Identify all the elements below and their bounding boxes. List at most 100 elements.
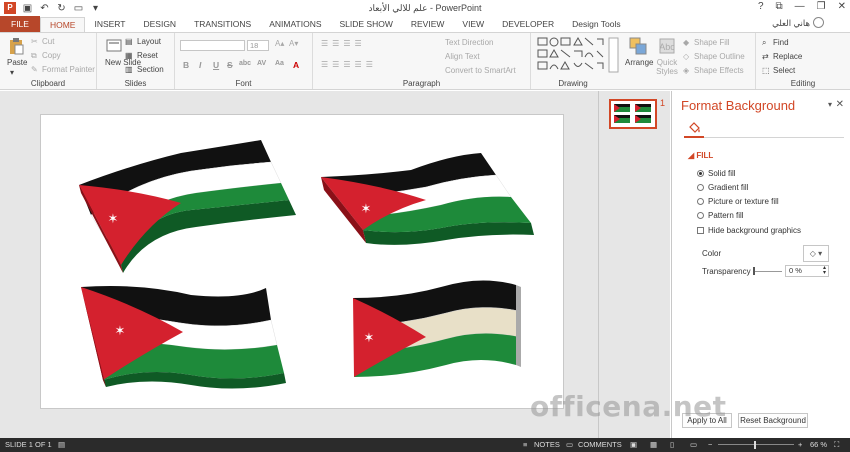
tab-slide-show[interactable]: SLIDE SHOW	[331, 17, 402, 32]
zoom-level[interactable]: 66 %	[810, 440, 827, 449]
notes-icon[interactable]: ≡	[523, 440, 527, 449]
arrange-button[interactable]: Arrange	[625, 58, 653, 67]
arrange-icon[interactable]	[629, 37, 647, 55]
find-button[interactable]: Find	[773, 38, 789, 47]
font-name-field[interactable]	[180, 40, 245, 51]
fill-bucket-icon[interactable]	[688, 121, 701, 134]
shape-effects-button[interactable]: Shape Effects	[694, 66, 744, 75]
shape-effects-icon[interactable]: ◈	[683, 66, 689, 75]
slideshow-view-icon[interactable]: ▭	[690, 440, 697, 449]
copy-button[interactable]: Copy	[42, 51, 61, 60]
color-picker-button[interactable]: ◇ ▾	[803, 245, 829, 262]
zoom-out-icon[interactable]: −	[708, 440, 712, 449]
start-slideshow-icon[interactable]: ▭	[73, 3, 84, 14]
ribbon-display-icon[interactable]: ⧉	[776, 1, 783, 12]
underline-button[interactable]: U	[213, 60, 219, 70]
pattern-fill-radio[interactable]	[697, 212, 704, 219]
shrink-font-icon[interactable]: A▾	[289, 39, 298, 48]
align-text-button[interactable]: Align Text	[445, 52, 480, 61]
paste-dropdown-icon[interactable]: ▾	[10, 68, 14, 77]
hide-background-checkbox[interactable]	[697, 227, 704, 234]
tab-design-tools[interactable]: Design Tools	[563, 17, 630, 32]
transparency-input[interactable]: 0 % ▴ ▾	[785, 265, 829, 277]
undo-icon[interactable]: ↶	[39, 3, 50, 14]
select-icon[interactable]: ⬚	[762, 66, 770, 75]
tab-view[interactable]: VIEW	[453, 17, 493, 32]
layout-icon[interactable]: ▤	[125, 37, 133, 46]
normal-view-icon[interactable]: ▣	[630, 440, 637, 449]
minimize-icon[interactable]: —	[795, 1, 805, 12]
flags-graphic[interactable]: ✶ ✶ ✶ ✶	[41, 115, 565, 410]
fill-section-header[interactable]: ◢ FILL	[688, 151, 713, 160]
reset-icon[interactable]: ▦	[125, 51, 133, 60]
save-icon[interactable]: ▣	[22, 3, 33, 14]
comments-icon[interactable]: ▭	[566, 440, 573, 449]
solid-fill-radio[interactable]	[697, 170, 704, 177]
transparency-slider-track[interactable]	[754, 271, 782, 272]
new-slide-icon[interactable]	[105, 37, 123, 55]
shapes-gallery[interactable]	[537, 37, 619, 73]
flag-1[interactable]: ✶	[79, 140, 296, 273]
reset-button[interactable]: Reset	[137, 51, 158, 60]
reset-background-button[interactable]: Reset Background	[738, 413, 808, 428]
tab-home[interactable]: HOME	[39, 17, 86, 32]
slide-thumbnail[interactable]	[609, 99, 657, 129]
close-icon[interactable]: ✕	[838, 1, 846, 12]
align-buttons-icon[interactable]: ☰☰☰☰☰	[321, 60, 377, 69]
layout-button[interactable]: Layout	[137, 37, 161, 46]
find-icon[interactable]: ⌕	[762, 38, 766, 48]
reading-view-icon[interactable]: ▯	[670, 440, 674, 449]
bold-button[interactable]: B	[183, 60, 189, 70]
paste-button[interactable]: Paste	[7, 58, 27, 67]
grow-font-icon[interactable]: A▴	[275, 39, 284, 48]
comments-button[interactable]: COMMENTS	[578, 440, 622, 449]
zoom-slider-track[interactable]	[718, 444, 794, 445]
slide-counter[interactable]: SLIDE 1 OF 1	[5, 440, 52, 449]
gradient-fill-option[interactable]: Gradient fill	[697, 183, 748, 192]
tab-insert[interactable]: INSERT	[85, 17, 134, 32]
paste-icon[interactable]	[7, 37, 25, 55]
flag-2[interactable]: ✶	[321, 153, 534, 245]
zoom-in-icon[interactable]: +	[798, 440, 802, 449]
fit-slide-icon[interactable]: ⛶	[834, 440, 839, 450]
slide-sorter-icon[interactable]: ▦	[650, 440, 657, 449]
flag-4[interactable]: ✶	[353, 280, 521, 377]
tab-review[interactable]: REVIEW	[402, 17, 454, 32]
slide-canvas[interactable]: ✶ ✶ ✶ ✶	[40, 114, 564, 409]
gradient-fill-radio[interactable]	[697, 184, 704, 191]
replace-button[interactable]: Replace	[773, 52, 802, 61]
tab-developer[interactable]: DEVELOPER	[493, 17, 563, 32]
font-size-field[interactable]: 18	[247, 40, 269, 51]
new-slide-button[interactable]: New Slide	[105, 58, 141, 67]
transparency-slider-handle[interactable]	[753, 267, 755, 275]
section-icon[interactable]: ▥	[125, 65, 133, 74]
pane-close-icon[interactable]: ✕	[836, 99, 844, 110]
cut-button[interactable]: Cut	[42, 37, 54, 46]
text-direction-button[interactable]: Text Direction	[445, 38, 493, 47]
font-color-button[interactable]: A	[293, 60, 299, 70]
quick-styles-button[interactable]: Quick Styles	[655, 58, 679, 76]
tab-file[interactable]: FILE	[0, 16, 40, 32]
hide-background-option[interactable]: Hide background graphics	[697, 226, 801, 235]
format-painter-icon[interactable]: ✎	[31, 65, 38, 74]
redo-icon[interactable]: ↻	[56, 3, 67, 14]
copy-icon[interactable]: ⧉	[31, 51, 37, 61]
solid-fill-option[interactable]: Solid fill	[697, 169, 736, 178]
spell-check-icon[interactable]: ▤	[58, 440, 65, 449]
slide-workspace[interactable]: ✶ ✶ ✶ ✶	[0, 91, 598, 438]
italic-button[interactable]: I	[199, 60, 201, 70]
cut-icon[interactable]: ✂	[31, 37, 38, 46]
help-icon[interactable]: ?	[758, 1, 764, 12]
list-buttons-icon[interactable]: ☰☰☰☰	[321, 39, 366, 48]
customize-qat-icon[interactable]: ▾	[90, 3, 101, 14]
shape-outline-button[interactable]: Shape Outline	[694, 52, 745, 61]
picture-fill-option[interactable]: Picture or texture fill	[697, 197, 779, 206]
shape-outline-icon[interactable]: ◇	[683, 52, 689, 61]
quick-styles-icon[interactable]: Abc	[658, 37, 676, 55]
change-case-button[interactable]: Aa	[275, 60, 284, 67]
user-name[interactable]: هاني العلي	[772, 18, 810, 29]
flag-3[interactable]: ✶	[81, 286, 286, 389]
replace-icon[interactable]: ⇄	[762, 52, 769, 61]
pane-options-icon[interactable]: ▾	[828, 100, 832, 109]
shape-fill-button[interactable]: Shape Fill	[694, 38, 730, 47]
